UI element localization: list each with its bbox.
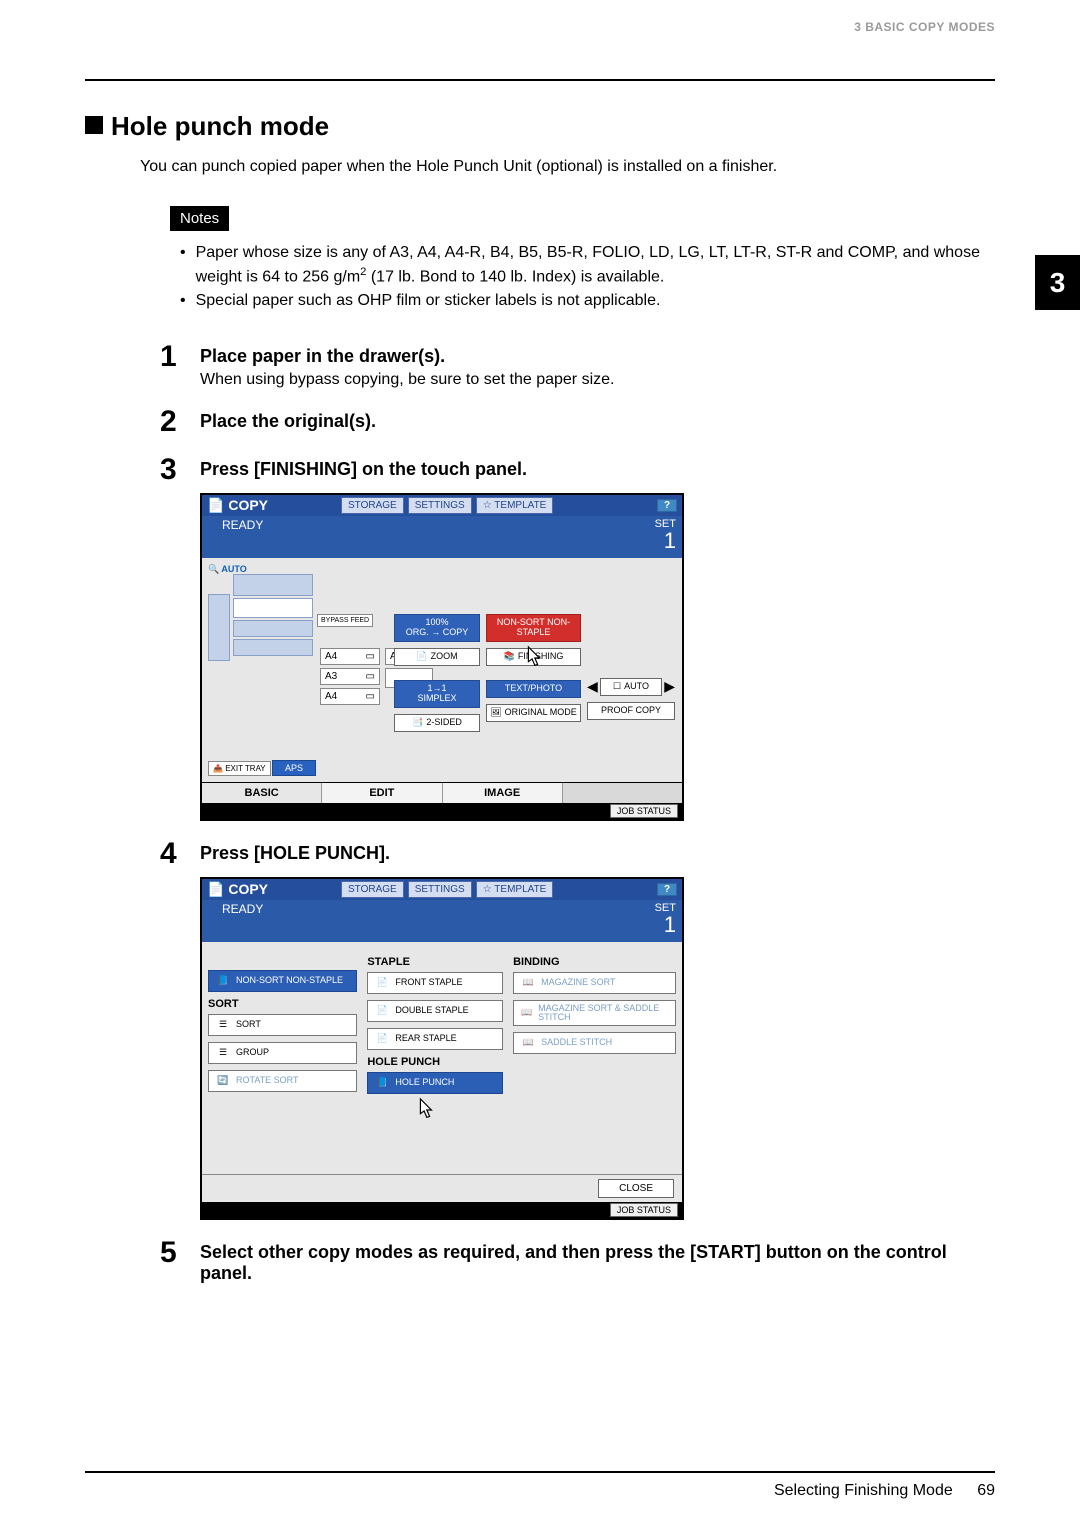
step-1: 1 Place paper in the drawer(s). When usi… [160,342,995,389]
help-button[interactable]: ? [657,499,677,512]
tab-basic[interactable]: BASIC [202,783,322,803]
drawer-a3[interactable]: A3▭ [320,668,380,685]
simplex-button[interactable]: 1→1SIMPLEX [394,680,480,708]
template-button[interactable]: ☆ TEMPLATE [476,497,554,514]
footer-section: Selecting Finishing Mode [774,1482,953,1499]
sort-button[interactable]: ☰SORT [208,1014,357,1036]
saddle-stitch-button[interactable]: 📖SADDLE STITCH [513,1032,676,1054]
note-item: Special paper such as OHP film or sticke… [196,289,995,312]
step-5: 5 Select other copy modes as required, a… [160,1238,995,1284]
tab-image[interactable]: IMAGE [443,783,563,803]
group-button[interactable]: ☰GROUP [208,1042,357,1064]
double-staple-button[interactable]: 📄DOUBLE STAPLE [367,1000,503,1022]
binding-header: BINDING [513,956,676,968]
settings-button[interactable]: SETTINGS [408,881,472,898]
chapter-tab: 3 [1035,255,1080,310]
screenshot-finishing: 📄 COPY STORAGE SETTINGS ☆ TEMPLATE ? REA… [200,493,684,821]
set-value: 1 [655,914,676,936]
template-button[interactable]: ☆ TEMPLATE [476,881,554,898]
step-1-title: Place paper in the drawer(s). [200,346,995,367]
ready-status: READY [222,518,263,552]
tab-spacer [563,783,682,803]
square-bullet-icon [85,116,103,134]
rear-staple-button[interactable]: 📄REAR STAPLE [367,1028,503,1050]
pointer-cursor-icon [414,1097,436,1123]
notes-list: •Paper whose size is any of A3, A4, A4-R… [180,241,995,312]
storage-button[interactable]: STORAGE [341,881,404,898]
text-photo-button[interactable]: TEXT/PHOTO [486,680,581,698]
aps-button[interactable]: APS [272,760,316,776]
zoom-100-button[interactable]: 100%ORG. → COPY [394,614,480,642]
panel-header: 📄 COPY STORAGE SETTINGS ☆ TEMPLATE ? [202,879,682,900]
ready-status: READY [222,902,263,936]
section-title: Hole punch mode [85,111,995,142]
section-title-text: Hole punch mode [111,111,329,141]
step-3: 3 Press [FINISHING] on the touch panel. [160,455,995,485]
two-sided-button[interactable]: 📑 2-SIDED [394,714,480,732]
rotate-sort-button[interactable]: 🔄ROTATE SORT [208,1070,357,1092]
step-2: 2 Place the original(s). [160,407,995,437]
help-button[interactable]: ? [657,883,677,896]
step-4: 4 Press [HOLE PUNCH]. [160,839,995,869]
tab-edit[interactable]: EDIT [322,783,442,803]
set-value: 1 [655,530,676,552]
hole-punch-button[interactable]: 📘HOLE PUNCH [367,1072,503,1094]
job-status-button[interactable]: JOB STATUS [610,804,678,818]
staple-header: STAPLE [367,956,503,968]
step-2-title: Place the original(s). [200,411,995,432]
magazine-sort-button[interactable]: 📖MAGAZINE SORT [513,972,676,994]
drawer-a4[interactable]: A4▭ [320,648,380,665]
front-staple-button[interactable]: 📄FRONT STAPLE [367,972,503,994]
intro-text: You can punch copied paper when the Hole… [140,158,995,176]
page-footer: Selecting Finishing Mode 69 [774,1482,995,1500]
bottom-rule [85,1471,995,1473]
hole-punch-header: HOLE PUNCH [367,1056,503,1068]
zoom-button[interactable]: 📄 ZOOM [394,648,480,666]
magazine-sort-saddle-button[interactable]: 📖MAGAZINE SORT & SADDLE STITCH [513,1000,676,1026]
proof-copy-button[interactable]: PROOF COPY [587,702,675,720]
step-4-title: Press [HOLE PUNCH]. [200,843,995,864]
sort-header: SORT [208,998,357,1010]
top-rule [85,79,995,81]
printer-diagram [208,574,316,744]
panel-header: 📄 COPY STORAGE SETTINGS ☆ TEMPLATE ? [202,495,682,516]
drawer-a4b[interactable]: A4▭ [320,688,380,705]
exit-tray-button[interactable]: 📤 EXIT TRAY [208,761,271,776]
step-5-title: Select other copy modes as required, and… [200,1242,995,1284]
note-item: Paper whose size is any of A3, A4, A4-R,… [196,241,995,289]
notes-label: Notes [170,206,229,231]
job-status-button[interactable]: JOB STATUS [610,1203,678,1217]
non-sort-non-staple-button[interactable]: 📘NON-SORT NON-STAPLE [208,970,357,992]
storage-button[interactable]: STORAGE [341,497,404,514]
step-1-sub: When using bypass copying, be sure to se… [200,371,995,389]
screenshot-hole-punch: 📄 COPY STORAGE SETTINGS ☆ TEMPLATE ? REA… [200,877,684,1220]
auto-label: 🔍 AUTO [208,564,247,574]
original-mode-button[interactable]: 🖼 ORIGINAL MODE [486,704,581,722]
close-button[interactable]: CLOSE [598,1179,674,1198]
auto-button[interactable]: ☐ AUTO [600,678,662,696]
step-3-title: Press [FINISHING] on the touch panel. [200,459,995,480]
non-sort-button[interactable]: NON-SORT NON-STAPLE [486,614,581,642]
header-chapter: 3 BASIC COPY MODES [85,20,995,34]
bypass-feed-button[interactable]: BYPASS FEED [317,614,373,627]
pointer-cursor-icon [522,645,544,671]
panel-title: 📄 COPY [207,881,337,898]
page-number: 69 [977,1482,995,1499]
panel-title: 📄 COPY [207,497,337,514]
settings-button[interactable]: SETTINGS [408,497,472,514]
